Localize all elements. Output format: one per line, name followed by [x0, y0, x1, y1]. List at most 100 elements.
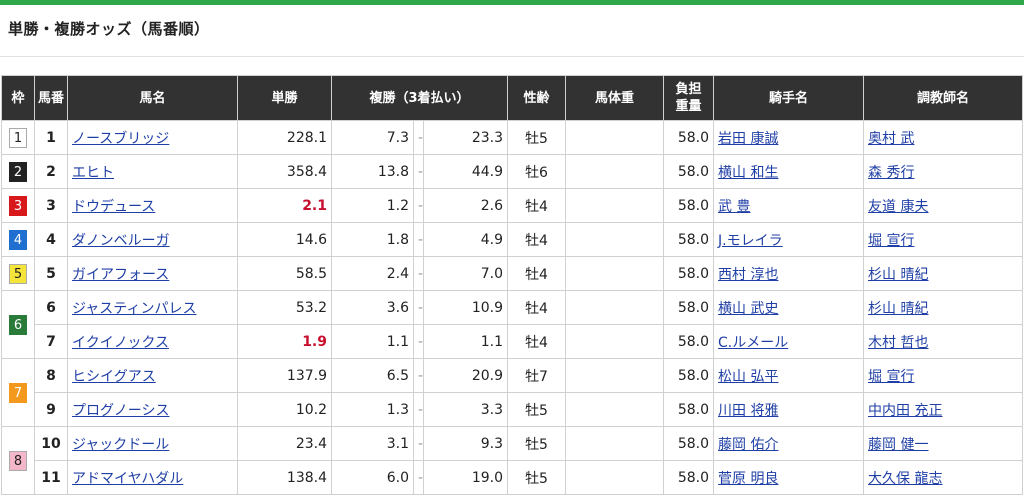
place-odds-dash: - — [413, 290, 424, 325]
sex-age-cell: 牡6 — [507, 154, 567, 189]
jockey-link[interactable]: 横山 武史 — [718, 301, 778, 317]
win-odds-cell: 58.5 — [237, 256, 332, 291]
jockey-cell: 岩田 康誠 — [713, 120, 865, 155]
table-row: 11 アドマイヤハダル 138.4 6.0-19.0 牡5 58.0 菅原 明良 大久保 龍志 — [2, 460, 1024, 495]
body-weight-cell — [565, 256, 665, 291]
umaban-cell: 2 — [34, 154, 68, 189]
header-burden-line2: 重量 — [675, 99, 702, 114]
trainer-link[interactable]: 森 秀行 — [868, 165, 914, 181]
trainer-link[interactable]: 中内田 充正 — [868, 403, 942, 419]
win-odds-cell: 2.1 — [237, 188, 332, 223]
horse-name-link[interactable]: イクイノックス — [72, 335, 169, 351]
table-row: 7 イクイノックス 1.9 1.1-1.1 牡4 58.0 C.ルメール 木村 哲也 — [2, 324, 1024, 359]
horse-name-link[interactable]: ジャスティンパレス — [72, 301, 196, 317]
body-weight-cell — [565, 324, 665, 359]
trainer-cell: 森 秀行 — [863, 154, 1024, 189]
trainer-link[interactable]: 大久保 龍志 — [868, 471, 942, 487]
horse-name-link[interactable]: プログノーシス — [72, 403, 169, 419]
waku-badge: 5 — [9, 263, 27, 284]
umaban-cell: 7 — [34, 324, 68, 359]
jockey-link[interactable]: 岩田 康誠 — [718, 131, 778, 147]
horse-name-link[interactable]: ガイアフォース — [72, 267, 169, 283]
burden-weight-cell: 58.0 — [663, 256, 715, 291]
horse-name-link[interactable]: ジャックドール — [72, 437, 169, 453]
table-row: 4 4 ダノンベルーガ 14.6 1.8-4.9 牡4 58.0 J.モレイラ堀 宣行 — [1, 222, 1024, 257]
umaban-cell: 9 — [34, 392, 68, 427]
body-weight-cell — [565, 290, 665, 325]
place-odds-dash: - — [413, 426, 424, 461]
header-horse-name: 馬名 — [67, 75, 238, 121]
header-burden-line1: 負担 — [675, 82, 702, 97]
jockey-link[interactable]: C.ルメール — [718, 335, 788, 351]
waku-badge: 7 — [9, 382, 27, 403]
burden-weight-cell: 58.0 — [663, 358, 715, 393]
waku-badge: 1 — [9, 127, 27, 148]
horse-name-link[interactable]: ダノンベルーガ — [72, 233, 170, 249]
horse-name-link[interactable]: ノースブリッジ — [72, 131, 169, 147]
win-odds-cell: 137.9 — [237, 358, 332, 393]
trainer-link[interactable]: 藤岡 健一 — [868, 437, 928, 453]
place-odds-min-cell: 1.3 — [331, 392, 414, 427]
place-odds-min-cell: 6.5 — [331, 358, 414, 393]
horse-name-cell: ヒシイグアス — [67, 358, 238, 393]
place-odds-min-cell: 1.2 — [331, 188, 414, 223]
header-place-odds: 複勝（3着払い） — [330, 75, 509, 121]
horse-name-cell: ドウデュース — [67, 188, 238, 223]
burden-weight-cell: 58.0 — [663, 460, 715, 495]
sex-age-cell: 牡4 — [507, 222, 567, 257]
trainer-link[interactable]: 堀 宣行 — [868, 233, 914, 249]
jockey-link[interactable]: 松山 弘平 — [718, 369, 778, 385]
horse-name-link[interactable]: エヒト — [72, 165, 114, 181]
trainer-link[interactable]: 杉山 晴紀 — [868, 267, 928, 283]
burden-weight-cell: 58.0 — [663, 154, 715, 189]
jockey-link[interactable]: 横山 和生 — [718, 165, 778, 181]
trainer-link[interactable]: 杉山 晴紀 — [868, 301, 928, 317]
trainer-link[interactable]: 奥村 武 — [868, 131, 914, 147]
horse-name-link[interactable]: アドマイヤハダル — [72, 471, 183, 487]
horse-name-cell: アドマイヤハダル — [67, 460, 238, 495]
place-odds-dash: - — [413, 222, 424, 257]
jockey-cell: 菅原 明良 — [713, 460, 865, 495]
jockey-cell: J.モレイラ — [713, 222, 865, 257]
header-umaban: 馬番 — [34, 75, 68, 121]
waku-cell: 7 — [1, 358, 35, 427]
trainer-link[interactable]: 堀 宣行 — [868, 369, 914, 385]
sex-age-cell: 牡5 — [507, 460, 567, 495]
umaban-cell: 4 — [34, 222, 68, 257]
jockey-link[interactable]: 菅原 明良 — [718, 471, 778, 487]
place-odds-max-cell: 10.9 — [422, 290, 509, 325]
place-odds-min-cell: 7.3 — [331, 120, 414, 155]
trainer-link[interactable]: 友道 康夫 — [868, 199, 928, 215]
umaban-cell: 10 — [34, 426, 68, 461]
waku-cell: 2 — [1, 154, 35, 189]
place-odds-min-cell: 13.8 — [331, 154, 414, 189]
jockey-cell: 川田 将雅 — [713, 392, 865, 427]
place-odds-dash: - — [413, 154, 424, 189]
jockey-cell: 松山 弘平 — [713, 358, 865, 393]
jockey-link[interactable]: J.モレイラ — [718, 233, 783, 249]
jockey-cell: C.ルメール — [713, 324, 865, 359]
table-header-row: 枠 馬番 馬名 単勝 複勝（3着払い） 性齢 馬体重 負担 重量 騎手名 調教師名 — [1, 75, 1024, 121]
horse-name-link[interactable]: ヒシイグアス — [72, 369, 156, 385]
table-row: 5 5 ガイアフォース 58.5 2.4-7.0 牡4 58.0 西村 淳也 杉山 晴紀 — [1, 256, 1024, 291]
sex-age-cell: 牡5 — [507, 426, 567, 461]
header-jockey: 騎手名 — [713, 75, 865, 121]
place-odds-max-cell: 20.9 — [422, 358, 509, 393]
waku-cell: 5 — [1, 256, 35, 291]
trainer-link[interactable]: 木村 哲也 — [868, 335, 928, 351]
umaban-cell: 11 — [34, 460, 68, 495]
jockey-link[interactable]: 武 豊 — [718, 199, 750, 215]
table-row: 2 2 エヒト 358.4 13.8-44.9 牡6 58.0 横山 和生森 秀行 — [1, 154, 1024, 189]
place-odds-min-cell: 1.8 — [331, 222, 414, 257]
jockey-link[interactable]: 藤岡 佑介 — [718, 437, 778, 453]
place-odds-min-cell: 3.1 — [331, 426, 414, 461]
horse-name-link[interactable]: ドウデュース — [72, 199, 155, 215]
place-odds-max-cell: 9.3 — [422, 426, 509, 461]
trainer-cell: 木村 哲也 — [863, 324, 1024, 359]
body-weight-cell — [565, 154, 665, 189]
jockey-cell: 横山 武史 — [713, 290, 865, 325]
jockey-link[interactable]: 川田 将雅 — [718, 403, 778, 419]
body-weight-cell — [565, 222, 665, 257]
jockey-link[interactable]: 西村 淳也 — [718, 267, 778, 283]
waku-badge: 6 — [9, 314, 27, 335]
